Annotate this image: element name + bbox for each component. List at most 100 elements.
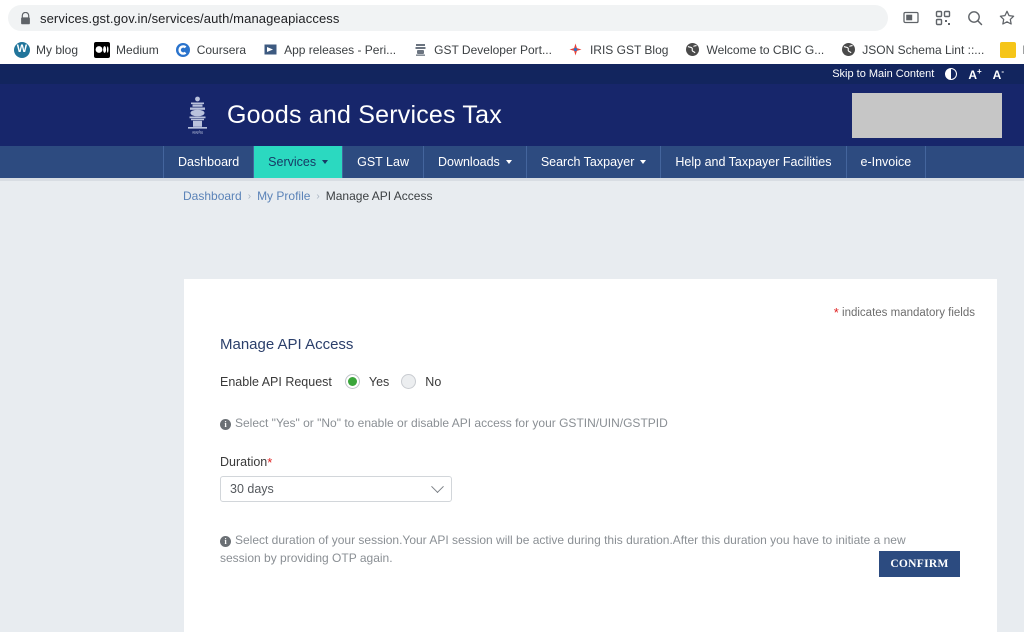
bookmarks-bar: W My blog Medium Coursera App releases -… — [0, 36, 1024, 64]
font-increase-sup: + — [976, 66, 982, 76]
bookmark-label: Welcome to CBIC G... — [706, 42, 825, 57]
globe-icon — [840, 41, 857, 58]
bookmark-gst-developer-portal[interactable]: GST Developer Port... — [404, 39, 560, 61]
manage-api-access-form: Manage API Access Enable API Request Yes… — [184, 279, 997, 567]
svg-text:सत्यमेव: सत्यमेव — [192, 130, 204, 135]
app-releases-icon — [262, 41, 279, 58]
enable-api-hint: i Select "Yes" or "No" to enable or disab… — [220, 415, 932, 432]
medium-icon — [94, 41, 111, 58]
bookmark-label: Medium — [116, 42, 159, 57]
chevron-down-icon — [322, 160, 329, 164]
india-emblem-icon: सत्यमेव — [188, 96, 207, 135]
bookmark-label: IRIS GST Blog — [589, 42, 669, 57]
header-placeholder-box — [852, 93, 1002, 138]
globe-icon — [684, 41, 701, 58]
omnibar-actions — [888, 9, 1016, 27]
breadcrumb-item-current: Manage API Access — [325, 189, 433, 203]
nav-item-gst-law[interactable]: GST Law — [343, 146, 424, 178]
required-asterisk: * — [267, 455, 273, 471]
mandatory-note-text: indicates mandatory fields — [842, 307, 975, 319]
breadcrumb-item-my-profile[interactable]: My Profile — [257, 189, 310, 203]
accessibility-utility-bar: Skip to Main Content A+ A- — [0, 64, 1024, 84]
wordpress-icon: W — [14, 41, 30, 58]
bookmark-label: App releases - Peri... — [284, 42, 397, 57]
nav-item-help-and-taxpayer-facilities[interactable]: Help and Taxpayer Facilities — [661, 146, 847, 178]
browser-chrome: services.gst.gov.in/services/auth/manage… — [0, 0, 1024, 64]
address-bar-url: services.gst.gov.in/services/auth/manage… — [40, 10, 340, 26]
omnibar-row: services.gst.gov.in/services/auth/manage… — [0, 0, 1024, 36]
bookmark-iris-gst-s[interactable]: IRIS GST S — [992, 39, 1024, 61]
chevron-down-icon — [505, 160, 512, 164]
radio-no-label: No — [425, 374, 442, 389]
breadcrumb: Dashboard › My Profile › Manage API Acce… — [0, 181, 1024, 210]
nav-label: Search Taxpayer — [540, 155, 635, 169]
duration-hint-text: Select duration of your session.Your API… — [220, 533, 906, 565]
nav-label: Dashboard — [178, 155, 240, 169]
duration-label-text: Duration — [220, 455, 268, 470]
gst-portal-page: Skip to Main Content A+ A- सत्यमेव Goods… — [0, 64, 1024, 632]
bookmark-cbic[interactable]: Welcome to CBIC G... — [676, 39, 832, 61]
nav-label: Downloads — [437, 155, 500, 169]
bookmark-label: My blog — [36, 42, 79, 57]
required-asterisk: * — [833, 305, 839, 320]
radio-option-no[interactable]: No — [401, 374, 441, 389]
mandatory-fields-note: * indicates mandatory fields — [833, 305, 975, 320]
content-card: * indicates mandatory fields Manage API … — [184, 279, 997, 632]
page-title: Goods and Services Tax — [227, 100, 502, 129]
site-header: सत्यमेव Goods and Services Tax — [0, 84, 1024, 146]
chevron-down-icon — [431, 480, 444, 493]
radio-yes-dot — [347, 377, 357, 386]
bookmark-label: JSON Schema Lint ::... — [862, 42, 985, 57]
qr-code-icon[interactable] — [934, 9, 952, 27]
cast-icon[interactable] — [902, 9, 920, 27]
bookmark-medium[interactable]: Medium — [86, 39, 167, 61]
gst-developer-icon — [412, 41, 429, 58]
address-bar[interactable]: services.gst.gov.in/services/auth/manage… — [8, 5, 888, 31]
confirm-button[interactable]: CONFIRM — [879, 551, 960, 577]
bookmark-app-releases[interactable]: App releases - Peri... — [254, 39, 404, 61]
duration-select-value: 30 days — [230, 482, 274, 497]
breadcrumb-separator: › — [247, 190, 252, 202]
bookmark-iris-gst-blog[interactable]: IRIS GST Blog — [560, 39, 676, 61]
bookmark-star-icon[interactable] — [998, 9, 1016, 27]
duration-label: Duration* — [220, 455, 997, 469]
nav-item-services[interactable]: Services — [254, 146, 344, 178]
folder-icon — [1000, 41, 1017, 58]
radio-option-yes[interactable]: Yes — [344, 374, 390, 389]
nav-item-e-invoice[interactable]: e-Invoice — [847, 146, 927, 178]
skip-to-main-content-link[interactable]: Skip to Main Content — [832, 68, 934, 80]
radio-no-circle[interactable] — [401, 374, 417, 389]
breadcrumb-separator: › — [316, 190, 320, 202]
bookmark-json-schema-lint[interactable]: JSON Schema Lint ::... — [832, 39, 992, 61]
nav-item-downloads[interactable]: Downloads — [424, 146, 527, 178]
font-increase-label: A — [968, 67, 977, 82]
breadcrumb-item-dashboard[interactable]: Dashboard — [183, 189, 242, 203]
duration-select[interactable]: 30 days — [220, 476, 452, 503]
radio-yes-circle[interactable] — [344, 374, 360, 389]
chevron-down-icon — [640, 160, 647, 164]
duration-hint: i Select duration of your session.Your AP… — [220, 532, 932, 567]
font-decrease-sup: - — [1001, 66, 1004, 76]
font-decrease-button[interactable]: A- — [993, 67, 1004, 82]
coursera-icon — [174, 41, 191, 58]
info-icon: i — [220, 536, 231, 548]
section-title: Manage API Access — [220, 336, 354, 353]
font-increase-button[interactable]: A+ — [968, 67, 981, 82]
main-navigation: Dashboard Services GST Law Downloads Sea… — [0, 146, 1024, 181]
contrast-toggle-icon[interactable] — [945, 68, 958, 80]
radio-yes-label: Yes — [368, 374, 390, 389]
enable-api-request-label: Enable API Request — [220, 374, 332, 389]
nav-label: e-Invoice — [860, 155, 912, 169]
nav-item-dashboard[interactable]: Dashboard — [163, 146, 255, 178]
bookmark-my-blog[interactable]: W My blog — [6, 39, 86, 61]
bookmark-coursera[interactable]: Coursera — [167, 39, 254, 61]
enable-api-request-row: Enable API Request Yes No — [220, 374, 997, 389]
bookmark-label: GST Developer Port... — [434, 42, 552, 57]
zoom-out-icon[interactable] — [966, 9, 984, 27]
lock-icon — [21, 11, 30, 24]
enable-api-hint-text: Select "Yes" or "No" to enable or disabl… — [235, 416, 668, 430]
iris-gst-blog-icon — [567, 41, 584, 58]
nav-item-search-taxpayer[interactable]: Search Taxpayer — [527, 146, 662, 178]
nav-label: Help and Taxpayer Facilities — [675, 155, 832, 169]
info-icon: i — [220, 419, 231, 430]
